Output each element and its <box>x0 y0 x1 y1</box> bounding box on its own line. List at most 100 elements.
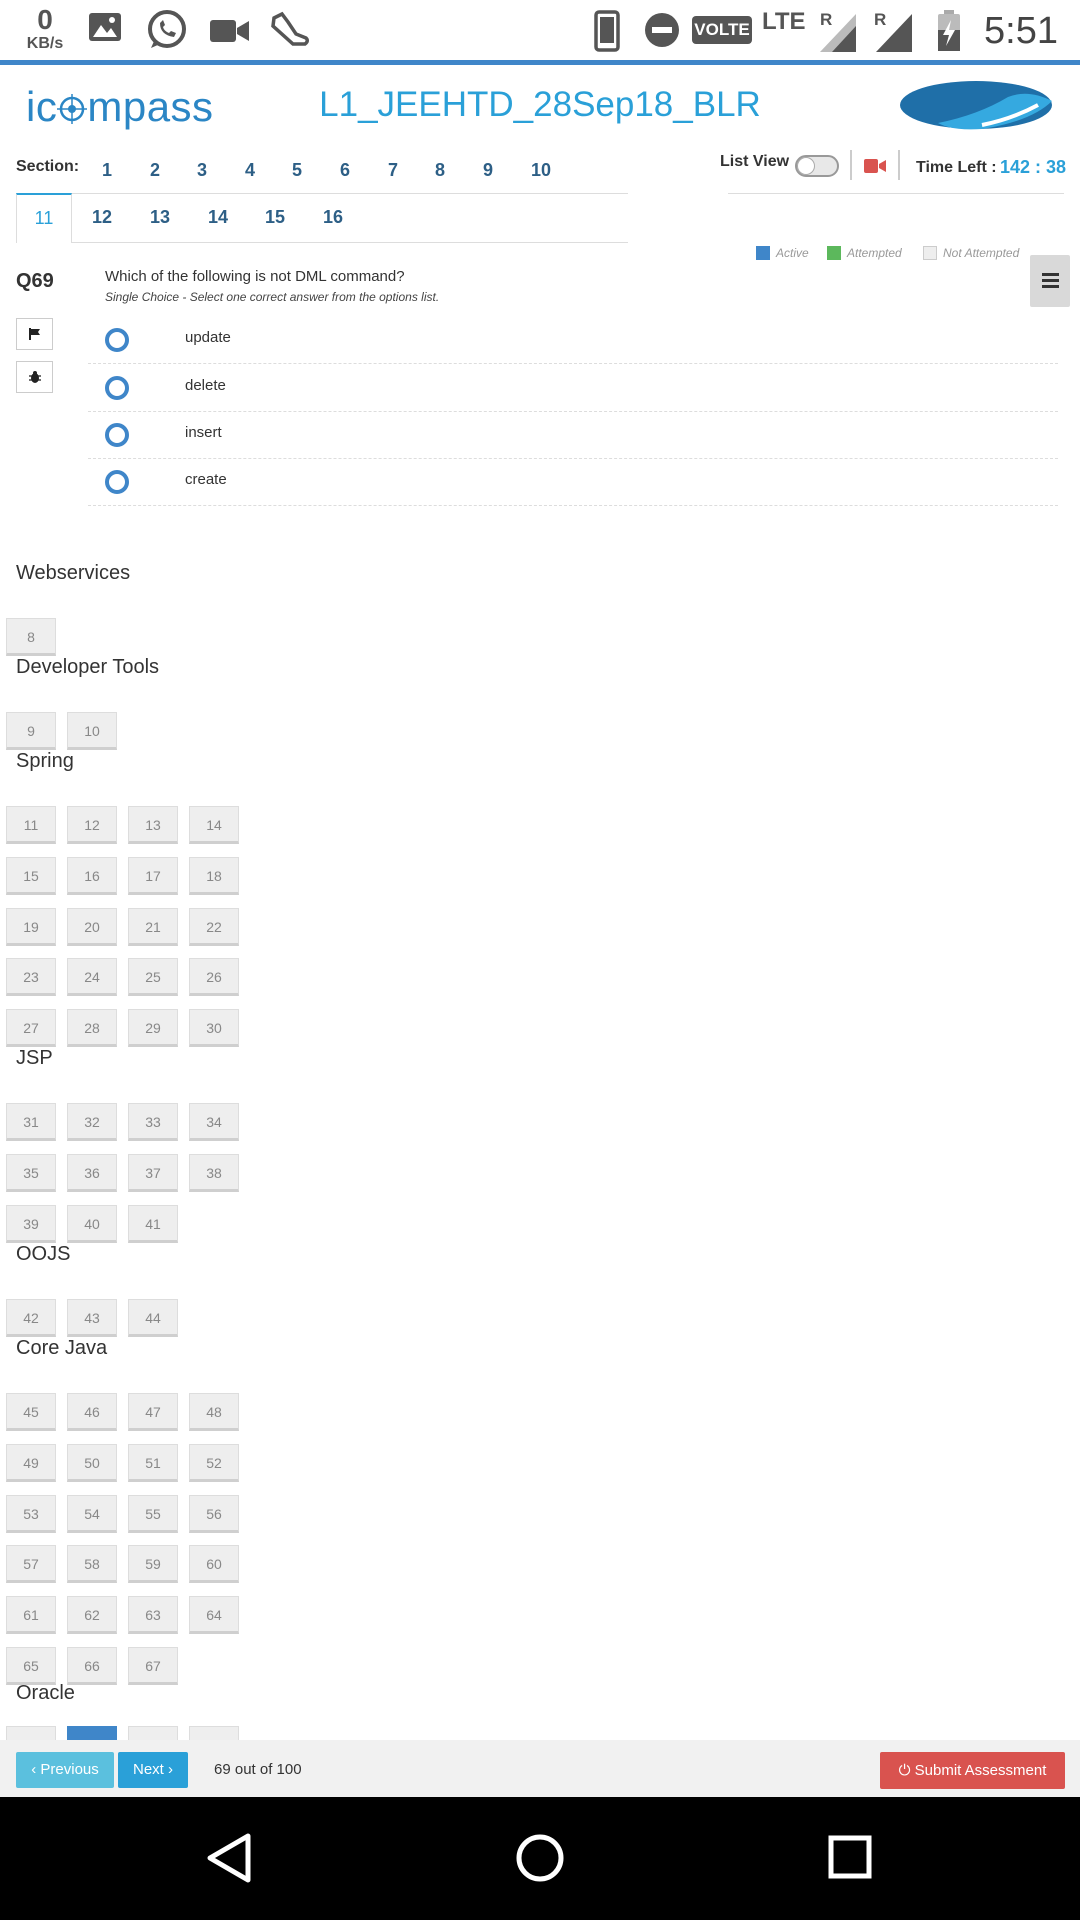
section-tab-12[interactable]: 12 <box>82 207 122 228</box>
question-palette-button[interactable]: 40 <box>67 1205 117 1243</box>
question-palette-button[interactable]: 66 <box>67 1647 117 1685</box>
question-palette-button[interactable]: 20 <box>67 908 117 946</box>
question-palette-button[interactable]: 62 <box>67 1596 117 1634</box>
section-tab-14[interactable]: 14 <box>198 207 238 228</box>
question-palette-button[interactable]: 46 <box>67 1393 117 1431</box>
back-icon[interactable] <box>206 1832 252 1884</box>
question-palette-button[interactable]: 47 <box>128 1393 178 1431</box>
question-palette-button[interactable]: 71 <box>189 1726 239 1740</box>
question-palette-button[interactable]: 58 <box>67 1545 117 1583</box>
answer-option[interactable]: insert <box>88 411 1058 459</box>
question-palette-button[interactable]: 70 <box>128 1726 178 1740</box>
question-palette-button[interactable]: 44 <box>128 1299 178 1337</box>
list-view-toggle[interactable] <box>795 155 839 177</box>
question-palette-button[interactable]: 12 <box>67 806 117 844</box>
home-icon[interactable] <box>515 1833 565 1883</box>
question-palette-button[interactable]: 19 <box>6 908 56 946</box>
question-palette-button[interactable]: 33 <box>128 1103 178 1141</box>
question-palette-button[interactable]: 17 <box>128 857 178 895</box>
submit-assessment-button[interactable]: ⏻ Submit Assessment <box>880 1752 1065 1789</box>
radio-button[interactable] <box>105 376 129 400</box>
question-palette-button[interactable]: 51 <box>128 1444 178 1482</box>
answer-option[interactable]: delete <box>88 364 1058 412</box>
radio-button[interactable] <box>105 328 129 352</box>
section-tab-7[interactable]: 7 <box>373 160 413 181</box>
section-tab-2[interactable]: 2 <box>135 160 175 181</box>
radio-button[interactable] <box>105 470 129 494</box>
answer-option[interactable]: create <box>88 458 1058 506</box>
section-tab-11[interactable]: 11 <box>24 208 64 229</box>
question-palette-button[interactable]: 61 <box>6 1596 56 1634</box>
section-tab-6[interactable]: 6 <box>325 160 365 181</box>
question-palette-button[interactable]: 23 <box>6 958 56 996</box>
question-palette-button[interactable]: 36 <box>67 1154 117 1192</box>
question-palette-button[interactable]: 10 <box>67 712 117 750</box>
section-divider-bottom <box>16 242 628 243</box>
section-tab-13[interactable]: 13 <box>140 207 180 228</box>
question-palette-button[interactable]: 18 <box>189 857 239 895</box>
question-palette-button[interactable]: 8 <box>6 618 56 656</box>
question-palette-button[interactable]: 59 <box>128 1545 178 1583</box>
question-palette-button[interactable]: 55 <box>128 1495 178 1533</box>
section-tab-10[interactable]: 10 <box>521 160 561 181</box>
section-tab-1[interactable]: 1 <box>87 160 127 181</box>
question-palette-button[interactable]: 45 <box>6 1393 56 1431</box>
question-palette-button[interactable]: 60 <box>189 1545 239 1583</box>
question-palette-button[interactable]: 25 <box>128 958 178 996</box>
question-palette-button[interactable]: 11 <box>6 806 56 844</box>
question-palette-button[interactable]: 67 <box>128 1647 178 1685</box>
question-palette-button[interactable]: 32 <box>67 1103 117 1141</box>
question-palette-button[interactable]: 14 <box>189 806 239 844</box>
question-palette-button[interactable]: 68 <box>6 1726 56 1740</box>
question-palette-button[interactable]: 9 <box>6 712 56 750</box>
question-palette-button[interactable]: 21 <box>128 908 178 946</box>
question-palette-button[interactable]: 48 <box>189 1393 239 1431</box>
next-button[interactable]: Next › <box>118 1752 188 1788</box>
question-palette-button[interactable]: 50 <box>67 1444 117 1482</box>
submit-button-label: Submit Assessment <box>914 1762 1047 1779</box>
question-palette-button[interactable]: 57 <box>6 1545 56 1583</box>
question-palette-button[interactable]: 29 <box>128 1009 178 1047</box>
question-palette-button[interactable]: 43 <box>67 1299 117 1337</box>
question-palette-button[interactable]: 22 <box>189 908 239 946</box>
question-palette-button[interactable]: 52 <box>189 1444 239 1482</box>
question-palette-button[interactable]: 16 <box>67 857 117 895</box>
question-palette-button[interactable]: 30 <box>189 1009 239 1047</box>
question-palette-button[interactable]: 35 <box>6 1154 56 1192</box>
question-palette-button[interactable]: 49 <box>6 1444 56 1482</box>
question-palette-button[interactable]: 34 <box>189 1103 239 1141</box>
question-palette-button[interactable]: 13 <box>128 806 178 844</box>
question-palette-button[interactable]: 65 <box>6 1647 56 1685</box>
section-tab-16[interactable]: 16 <box>313 207 353 228</box>
flag-question-button[interactable] <box>16 318 53 350</box>
report-bug-button[interactable] <box>16 361 53 393</box>
question-palette-button[interactable]: 31 <box>6 1103 56 1141</box>
radio-button[interactable] <box>105 423 129 447</box>
section-tab-15[interactable]: 15 <box>255 207 295 228</box>
question-palette-button[interactable]: 24 <box>67 958 117 996</box>
question-palette-button[interactable]: 37 <box>128 1154 178 1192</box>
question-palette-button[interactable]: 54 <box>67 1495 117 1533</box>
question-palette-button[interactable]: 27 <box>6 1009 56 1047</box>
section-tab-5[interactable]: 5 <box>277 160 317 181</box>
question-palette-button[interactable]: 42 <box>6 1299 56 1337</box>
question-palette-button[interactable]: 69 <box>67 1726 117 1740</box>
question-palette-menu-button[interactable] <box>1030 255 1070 307</box>
section-tab-9[interactable]: 9 <box>468 160 508 181</box>
question-palette-button[interactable]: 28 <box>67 1009 117 1047</box>
question-palette-button[interactable]: 41 <box>128 1205 178 1243</box>
question-palette-button[interactable]: 53 <box>6 1495 56 1533</box>
previous-button[interactable]: ‹ Previous <box>16 1752 114 1788</box>
question-palette-button[interactable]: 63 <box>128 1596 178 1634</box>
answer-option[interactable]: update <box>88 316 1058 364</box>
section-tab-8[interactable]: 8 <box>420 160 460 181</box>
question-palette-button[interactable]: 15 <box>6 857 56 895</box>
question-palette-button[interactable]: 64 <box>189 1596 239 1634</box>
section-tab-3[interactable]: 3 <box>182 160 222 181</box>
question-palette-button[interactable]: 56 <box>189 1495 239 1533</box>
question-palette-button[interactable]: 26 <box>189 958 239 996</box>
question-palette-button[interactable]: 39 <box>6 1205 56 1243</box>
question-palette-button[interactable]: 38 <box>189 1154 239 1192</box>
section-tab-4[interactable]: 4 <box>230 160 270 181</box>
recent-apps-icon[interactable] <box>828 1835 872 1879</box>
